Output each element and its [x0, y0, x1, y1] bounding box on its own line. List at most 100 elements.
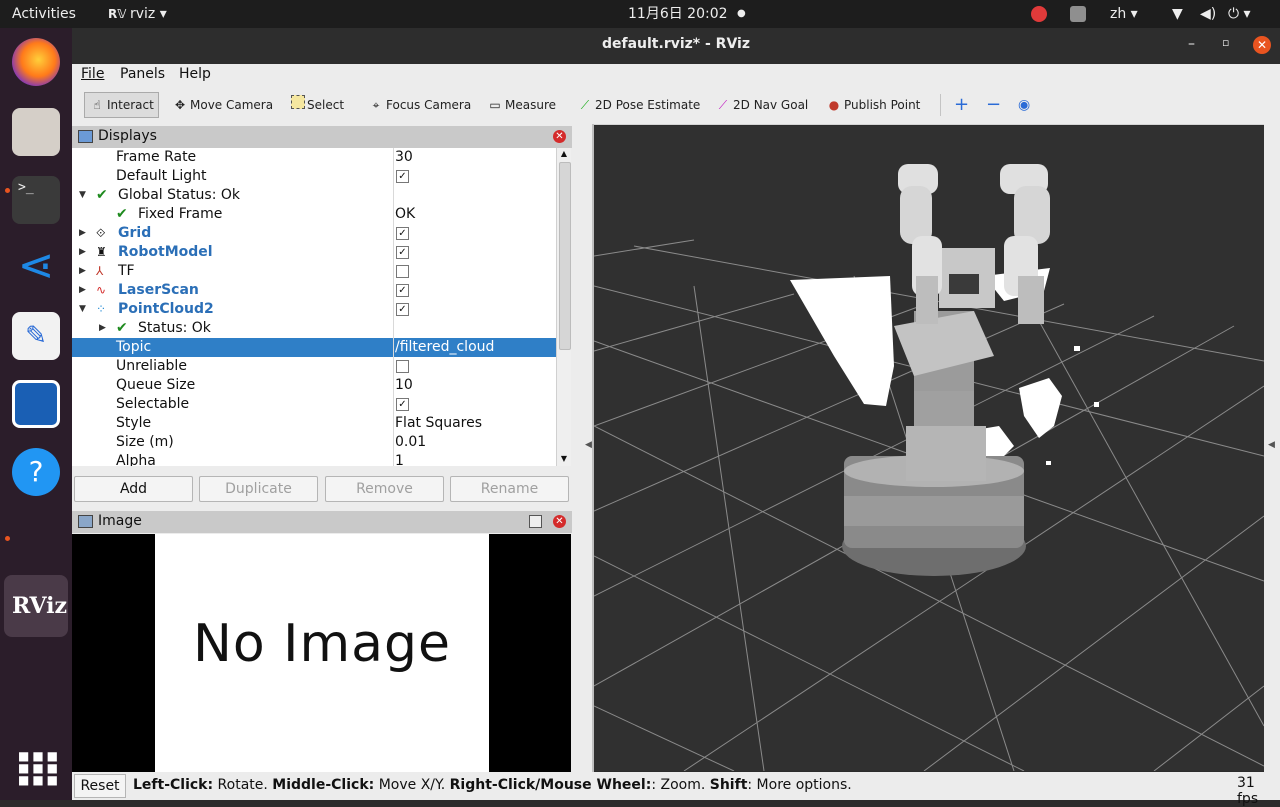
grid-icon: ⟐	[96, 226, 106, 240]
tree-row[interactable]: ▶ ∿ LaserScan ✓	[72, 281, 556, 300]
tool-2d-nav-goal[interactable]: ⟋ 2D Nav Goal	[715, 94, 808, 116]
fps-counter: 31 fps	[1237, 775, 1259, 807]
select-icon	[291, 95, 305, 109]
expand-right-icon[interactable]: ▶	[79, 224, 86, 243]
undock-icon[interactable]	[529, 515, 542, 528]
menu-help[interactable]: Help	[179, 66, 211, 82]
tree-row[interactable]: ▶ ⟐ Grid ✓	[72, 224, 556, 243]
tree-row[interactable]: Alpha 1	[72, 452, 556, 466]
firefox-icon[interactable]	[12, 38, 60, 86]
tool-move-camera[interactable]: ✥ Move Camera	[172, 94, 273, 116]
close-icon[interactable]: ✕	[1253, 36, 1271, 54]
rviz-dock-item[interactable]: RViz	[4, 575, 68, 637]
tree-row[interactable]: ▶ ⅄ TF	[72, 262, 556, 281]
reset-button[interactable]: Reset	[74, 774, 126, 798]
scroll-down-icon[interactable]: ▼	[557, 453, 571, 465]
files-icon[interactable]	[12, 108, 60, 156]
menu-bar: File Panels Help	[72, 64, 1280, 86]
expand-down-icon[interactable]: ▼	[79, 300, 86, 319]
minimize-icon[interactable]: –	[1188, 36, 1195, 52]
tree-scrollbar[interactable]: ▲ ▼	[556, 148, 571, 466]
checkbox[interactable]: ✓	[396, 246, 409, 259]
rename-button[interactable]: Rename	[450, 476, 569, 502]
checkbox[interactable]: ✓	[396, 284, 409, 297]
volume-icon[interactable]: ◀)	[1200, 0, 1216, 28]
status-hint: Left-Click: Rotate. Middle-Click: Move X…	[133, 777, 852, 793]
maximize-icon[interactable]: ▫	[1222, 36, 1229, 49]
close-panel-icon[interactable]: ✕	[553, 130, 566, 143]
help-icon[interactable]: ?	[12, 448, 60, 496]
wifi-icon[interactable]: ▼	[1172, 0, 1183, 28]
tree-row[interactable]: ▶ ✔ Status: Ok	[72, 319, 556, 338]
checkbox[interactable]	[396, 360, 409, 373]
tool-2d-pose-estimate[interactable]: ⟋ 2D Pose Estimate	[577, 94, 701, 116]
tree-row[interactable]: ▶ ♜ RobotModel ✓	[72, 243, 556, 262]
tree-row[interactable]: Frame Rate 30	[72, 148, 556, 167]
menu-panels[interactable]: Panels	[120, 66, 165, 82]
expand-right-icon[interactable]: ▶	[79, 262, 86, 281]
power-icon[interactable]: ⏻ ▾	[1228, 0, 1251, 28]
app-menu-button[interactable]: rviz ▾	[130, 0, 167, 28]
eye-icon[interactable]: ◉	[1018, 94, 1030, 116]
tray-app-icon[interactable]	[1070, 6, 1086, 22]
window-title: default.rviz* - RViz	[601, 36, 750, 52]
tree-row[interactable]: ✔ Fixed Frame OK	[72, 205, 556, 224]
activities-button[interactable]: Activities	[12, 0, 76, 28]
image-panel-header[interactable]: Image ✕	[72, 511, 572, 533]
window-title-bar[interactable]: default.rviz* - RViz – ▫ ✕	[72, 28, 1280, 64]
tree-row[interactable]: Size (m) 0.01	[72, 433, 556, 452]
expand-down-icon[interactable]: ▼	[79, 186, 86, 205]
scroll-thumb[interactable]	[559, 162, 571, 350]
tree-row[interactable]: Default Light ✓	[72, 167, 556, 186]
tree-row-selected[interactable]: Topic /filtered_cloud	[72, 338, 556, 357]
checkbox[interactable]: ✓	[396, 303, 409, 316]
vscode-icon[interactable]: ⋖	[12, 242, 60, 290]
checkbox[interactable]: ✓	[396, 398, 409, 411]
text-editor-icon[interactable]: ✎	[12, 312, 60, 360]
expand-right-icon[interactable]: ▶	[99, 319, 106, 338]
remove-tool-icon[interactable]: −	[986, 94, 1001, 116]
hand-pointer-icon: ☝	[93, 98, 101, 112]
move-camera-icon: ✥	[174, 98, 186, 112]
3d-render-view[interactable]	[594, 126, 1264, 771]
tree-row[interactable]: ▼ ✔ Global Status: Ok	[72, 186, 556, 205]
tree-row[interactable]: Queue Size 10	[72, 376, 556, 395]
displays-tree[interactable]: Frame Rate 30 Default Light ✓ ▼ ✔ Global…	[72, 148, 556, 466]
record-indicator-icon[interactable]	[1031, 6, 1047, 22]
tree-row[interactable]: Style Flat Squares	[72, 414, 556, 433]
displays-panel-header[interactable]: Displays ✕	[72, 126, 572, 148]
input-method-button[interactable]: zh ▾	[1110, 0, 1138, 28]
ubuntu-dock: >_ ⋖ ✎ ? RViz ■■■ ■■■ ■■■	[0, 28, 72, 800]
tool-focus-camera[interactable]: ⌖ Focus Camera	[368, 94, 472, 116]
add-button[interactable]: Add	[74, 476, 193, 502]
tree-row[interactable]: Selectable ✓	[72, 395, 556, 414]
map-pin-icon: ●	[828, 98, 840, 112]
checkbox[interactable]: ✓	[396, 227, 409, 240]
no-image-text: No Image	[192, 614, 452, 674]
add-tool-icon[interactable]: +	[954, 94, 969, 116]
tool-publish-point[interactable]: ● Publish Point	[826, 94, 921, 116]
right-dock-collapsed[interactable]: ◀	[1264, 124, 1280, 772]
checkbox[interactable]	[396, 265, 409, 278]
app-grid-icon[interactable]: ■■■ ■■■ ■■■	[18, 750, 58, 786]
expand-right-icon[interactable]: ▶	[79, 281, 86, 300]
remove-button[interactable]: Remove	[325, 476, 444, 502]
checkbox[interactable]: ✓	[396, 170, 409, 183]
tool-interact[interactable]: ☝ Interact	[84, 92, 159, 118]
expand-right-panel-icon[interactable]: ◀	[1268, 440, 1275, 450]
tool-measure[interactable]: ▭ Measure	[487, 94, 556, 116]
tree-row[interactable]: Unreliable	[72, 357, 556, 376]
tool-select[interactable]: Select	[291, 94, 344, 116]
running-dot-icon	[5, 536, 10, 541]
clock[interactable]: 11月6日 20:02	[628, 0, 728, 28]
column-divider[interactable]	[393, 148, 394, 466]
expand-right-icon[interactable]: ▶	[79, 243, 86, 262]
tree-row[interactable]: ▼ ⁘ PointCloud2 ✓	[72, 300, 556, 319]
close-panel-icon[interactable]: ✕	[553, 515, 566, 528]
writer-icon[interactable]	[12, 380, 60, 428]
collapse-left-icon[interactable]: ◀	[585, 440, 592, 450]
duplicate-button[interactable]: Duplicate	[199, 476, 318, 502]
terminal-icon[interactable]: >_	[12, 176, 60, 224]
scroll-up-icon[interactable]: ▲	[557, 148, 571, 160]
menu-file[interactable]: File	[81, 66, 104, 82]
